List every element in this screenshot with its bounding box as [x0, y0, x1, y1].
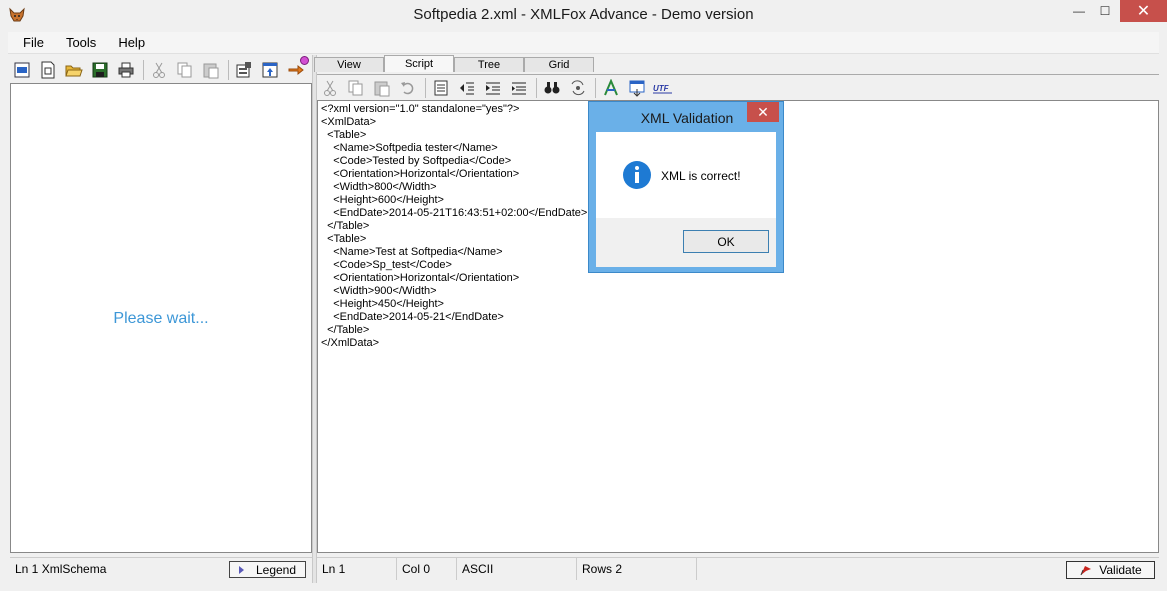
dialog-title-bar: XML Validation ✕	[589, 102, 785, 132]
tab-grid[interactable]: Grid	[524, 57, 594, 72]
toolbar-separator	[425, 77, 426, 98]
code-line: <EndDate>2014-05-21</EndDate>	[321, 311, 504, 323]
dialog-close-button[interactable]: ✕	[747, 102, 779, 122]
export-icon[interactable]	[259, 59, 281, 81]
legend-button[interactable]: Legend	[229, 561, 306, 578]
toolbar-separator	[595, 77, 596, 98]
replace-icon[interactable]	[567, 77, 589, 99]
code-line: </XmlData>	[321, 337, 380, 349]
indent-icon[interactable]	[456, 77, 478, 99]
validate-button[interactable]: Validate	[1066, 561, 1155, 579]
close-icon: ✕	[1136, 3, 1151, 20]
paste-icon[interactable]	[200, 59, 222, 81]
undo-icon[interactable]	[397, 77, 419, 99]
status-line: Ln 1	[317, 557, 397, 580]
utf-icon[interactable]: UTF	[652, 77, 674, 99]
flag-icon	[1080, 566, 1092, 576]
copy-icon[interactable]	[345, 77, 367, 99]
pin-icon[interactable]	[300, 56, 309, 65]
tab-view[interactable]: View	[314, 57, 384, 72]
toolbar-separator	[143, 60, 144, 80]
open-xml-icon[interactable]	[11, 59, 33, 81]
cut-icon[interactable]	[319, 77, 341, 99]
tab-grid-label: Grid	[548, 59, 570, 71]
tab-script[interactable]: Script	[384, 55, 454, 72]
svg-text:UTF: UTF	[653, 84, 670, 93]
open-folder-icon[interactable]	[63, 59, 85, 81]
menu-file[interactable]: File	[8, 35, 51, 50]
editor-toolbar: UTF	[317, 74, 1159, 100]
new-schema-icon[interactable]	[37, 59, 59, 81]
tab-tree[interactable]: Tree	[454, 57, 524, 72]
status-rows: Rows 2	[577, 557, 697, 580]
main-area: Please wait... Ln 1 XmlSchema Legend Vie…	[8, 55, 1159, 583]
minimize-button[interactable]: —	[1065, 0, 1093, 22]
tab-script-label: Script	[404, 58, 434, 70]
window-title: Softpedia 2.xml - XMLFox Advance - Demo …	[413, 6, 754, 23]
dialog-body: XML is correct! OK	[596, 132, 776, 267]
copy-icon[interactable]	[174, 59, 196, 81]
dialog-footer: OK	[596, 218, 776, 267]
print-icon[interactable]	[115, 59, 137, 81]
view-tabs: View Script Tree Grid	[314, 55, 594, 73]
close-icon: ✕	[757, 103, 769, 120]
document-icon[interactable]	[430, 77, 452, 99]
menu-tools[interactable]: Tools	[51, 35, 103, 50]
schema-panel: Please wait...	[10, 83, 312, 553]
close-button[interactable]: ✕	[1120, 0, 1167, 22]
paste-icon[interactable]	[371, 77, 393, 99]
left-status-bar: Ln 1 XmlSchema Legend	[10, 557, 312, 579]
menu-bar: File Tools Help	[8, 32, 1159, 54]
cut-icon[interactable]	[148, 59, 170, 81]
toolbar-separator	[536, 77, 537, 98]
maximize-icon: ☐	[1099, 4, 1111, 18]
save-icon[interactable]	[89, 59, 111, 81]
maximize-button[interactable]: ☐	[1091, 0, 1119, 22]
tab-tree-label: Tree	[477, 59, 501, 71]
editor-status-bar: Ln 1 Col 0 ASCII Rows 2 Validate	[317, 557, 1159, 580]
code-line: <Width>900</Width>	[321, 285, 437, 297]
left-status-text: Ln 1 XmlSchema	[15, 561, 107, 576]
loading-message: Please wait...	[113, 310, 209, 327]
info-icon	[623, 161, 651, 189]
xml-validation-dialog: XML Validation ✕ XML is correct! OK	[588, 101, 784, 273]
code-line: <Height>450</Height>	[321, 298, 444, 310]
status-encoding: ASCII	[457, 557, 577, 580]
minimize-icon: —	[1073, 4, 1085, 18]
toolbar-separator	[228, 60, 229, 80]
dialog-message: XML is correct!	[661, 169, 741, 183]
ok-button[interactable]: OK	[683, 230, 769, 253]
ok-label: OK	[717, 234, 735, 249]
tab-view-label: View	[337, 59, 361, 71]
validate-label: Validate	[1099, 563, 1142, 577]
properties-icon[interactable]	[233, 59, 255, 81]
code-line: <Orientation>Horizontal</Orientation>	[321, 272, 520, 284]
find-icon[interactable]	[541, 77, 563, 99]
window-icon[interactable]	[626, 77, 648, 99]
play-icon	[238, 565, 244, 574]
status-column: Col 0	[397, 557, 457, 580]
code-line: </Table>	[321, 324, 370, 336]
outdent-icon[interactable]	[482, 77, 504, 99]
legend-label: Legend	[255, 562, 297, 577]
menu-help[interactable]: Help	[103, 35, 152, 50]
left-toolbar	[8, 56, 313, 83]
title-bar: Softpedia 2.xml - XMLFox Advance - Demo …	[0, 0, 1167, 31]
format-icon[interactable]	[508, 77, 530, 99]
text-icon[interactable]	[600, 77, 622, 99]
